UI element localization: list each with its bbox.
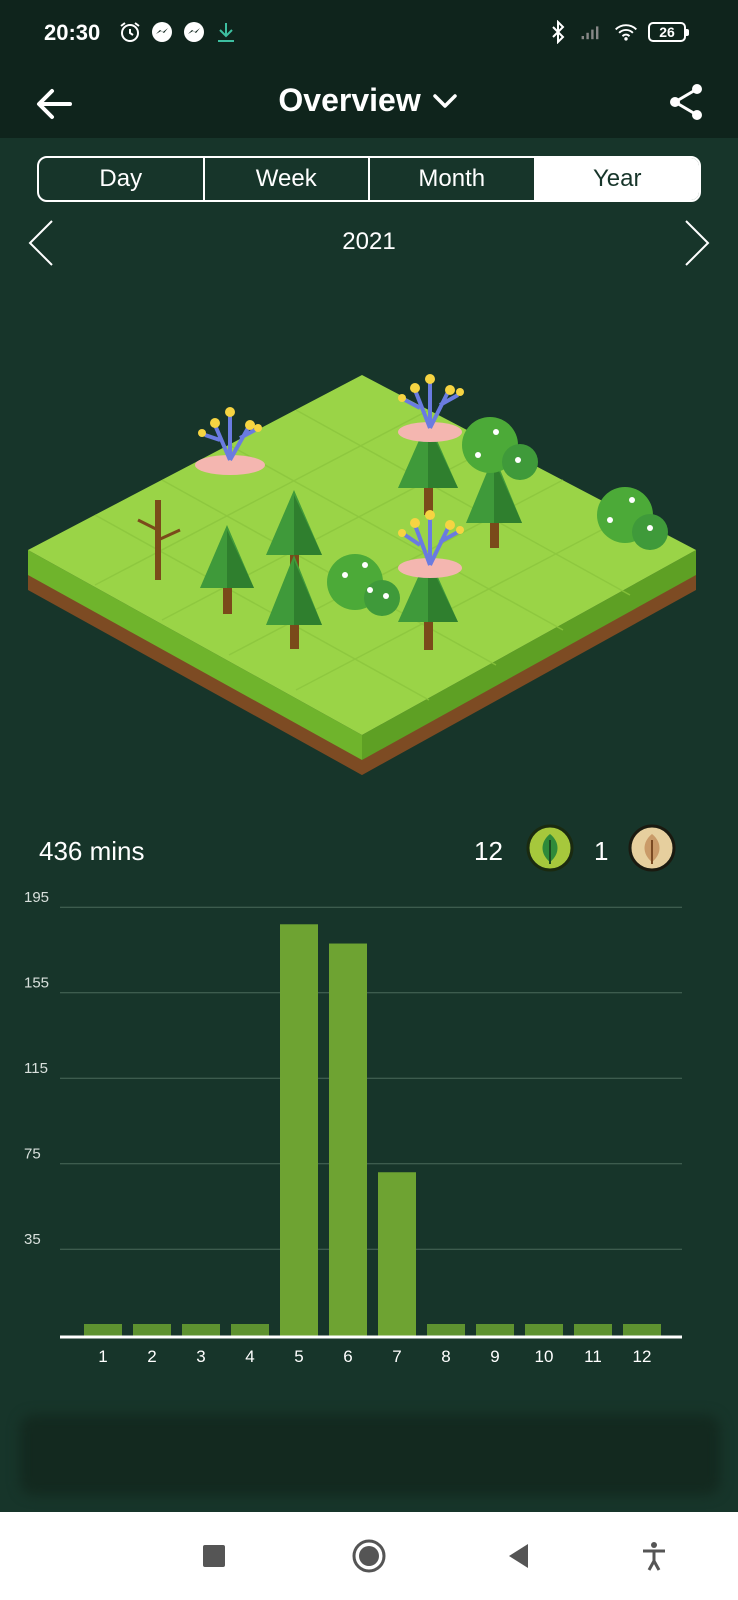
share-button[interactable] xyxy=(664,80,708,124)
y-tick-label: 75 xyxy=(24,1146,41,1163)
status-time: 20:30 xyxy=(44,20,101,45)
battery-indicator: 26 xyxy=(648,22,689,42)
recents-square-icon xyxy=(203,1545,225,1567)
x-tick-label: 2 xyxy=(147,1347,156,1366)
next-year-button[interactable] xyxy=(682,218,712,268)
live-tree-icon xyxy=(526,824,574,872)
tab-month[interactable]: Month xyxy=(370,158,536,200)
tab-day[interactable]: Day xyxy=(39,158,205,200)
home-circle-icon xyxy=(352,1539,386,1573)
chevron-right-icon xyxy=(685,220,710,266)
bar-month-10[interactable] xyxy=(525,1324,563,1336)
x-tick-label: 5 xyxy=(294,1347,303,1366)
accessibility-icon xyxy=(643,1542,665,1571)
bar-month-8[interactable] xyxy=(427,1324,465,1336)
chevron-down-icon xyxy=(432,93,457,108)
x-tick-label: 1 xyxy=(98,1347,107,1366)
alarm-icon xyxy=(118,20,142,44)
dead-tree-count: 1 xyxy=(594,836,609,866)
bar-month-3[interactable] xyxy=(182,1324,220,1336)
share-icon xyxy=(670,84,702,120)
status-bar: 20:30 26 xyxy=(0,0,738,70)
y-tick-label: 195 xyxy=(24,890,49,906)
bar-month-5[interactable] xyxy=(280,924,318,1336)
dead-tree-icon xyxy=(628,824,676,872)
x-tick-label: 3 xyxy=(196,1347,205,1366)
bar-month-6[interactable] xyxy=(329,943,367,1336)
blurred-card xyxy=(20,1415,720,1495)
current-year: 2021 xyxy=(342,228,396,255)
y-tick-label: 155 xyxy=(24,975,49,992)
tab-week[interactable]: Week xyxy=(205,158,370,200)
year-navigation: 2021 xyxy=(0,212,738,272)
home-button[interactable] xyxy=(347,1534,391,1578)
x-tick-label: 11 xyxy=(584,1347,602,1366)
summary-row: 436 mins 12 1 xyxy=(0,820,738,880)
x-tick-label: 6 xyxy=(343,1347,352,1366)
bar-month-2[interactable] xyxy=(133,1324,171,1336)
total-focus-time: 436 mins xyxy=(39,836,145,866)
period-tabs: Day Week Month Year xyxy=(37,156,701,202)
bar-month-11[interactable] xyxy=(574,1324,612,1336)
x-tick-label: 8 xyxy=(441,1347,450,1366)
live-tree-count: 12 xyxy=(474,836,503,866)
y-tick-label: 115 xyxy=(24,1060,48,1077)
messenger-icon xyxy=(182,20,206,44)
bar-month-9[interactable] xyxy=(476,1324,514,1336)
accessibility-button[interactable] xyxy=(632,1534,676,1578)
download-icon xyxy=(214,20,238,44)
y-tick-label: 35 xyxy=(24,1231,41,1248)
bar-month-7[interactable] xyxy=(378,1172,416,1336)
page-title: Overview xyxy=(278,82,421,119)
bar-month-4[interactable] xyxy=(231,1324,269,1336)
overview-dropdown[interactable]: Overview xyxy=(0,80,738,119)
back-nav-button[interactable] xyxy=(497,1534,541,1578)
monthly-bar-chart: 35751151551951 2 3 4 5 6 7 8 9 10 11 12 xyxy=(24,890,682,1366)
recents-button[interactable] xyxy=(192,1534,236,1578)
x-tick-label: 12 xyxy=(633,1347,652,1366)
bar-month-12[interactable] xyxy=(623,1324,661,1336)
forest-illustration xyxy=(28,374,696,775)
x-tick-label: 10 xyxy=(535,1347,554,1366)
x-tick-label: 9 xyxy=(490,1347,499,1366)
signal-icon xyxy=(580,20,604,44)
tab-year[interactable]: Year xyxy=(535,158,699,200)
messenger-icon xyxy=(150,20,174,44)
system-nav-bar xyxy=(0,1512,738,1600)
bar-month-1[interactable] xyxy=(84,1324,122,1336)
back-triangle-icon xyxy=(509,1544,528,1568)
bluetooth-icon xyxy=(546,20,570,44)
wifi-icon xyxy=(614,20,638,44)
app-bar: Overview xyxy=(0,70,738,138)
x-tick-label: 7 xyxy=(392,1347,401,1366)
x-tick-label: 4 xyxy=(245,1347,254,1366)
